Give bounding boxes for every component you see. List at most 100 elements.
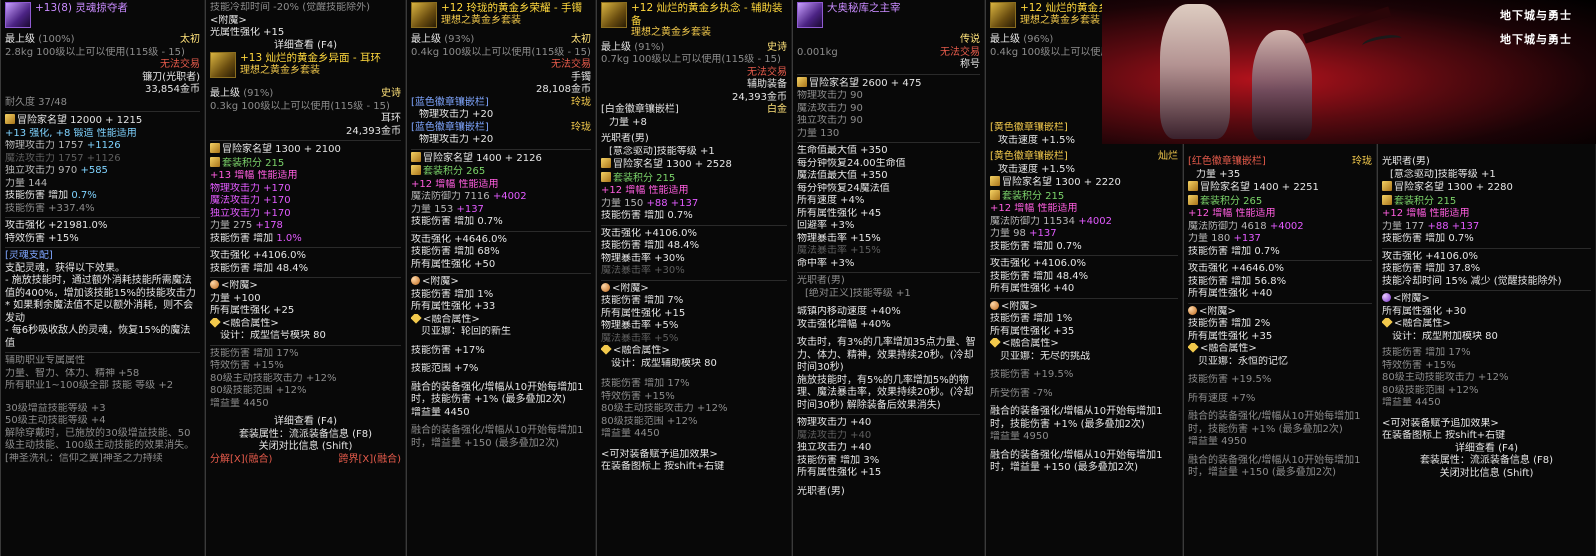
fame-icon <box>1188 181 1198 191</box>
weapon-header: +13(8) 灵魂掠夺者 <box>5 2 200 32</box>
trade-status: 无法交易 <box>747 66 787 78</box>
set-info-button[interactable]: 套装属性：流派装备信息 (F8) <box>210 429 401 442</box>
emblem-slot-value: 力量 +8 <box>609 116 647 128</box>
enchant-phys-crit: 物理暴击率 +5% <box>601 320 679 331</box>
enchant-orb-icon <box>411 276 420 285</box>
detail-view-button[interactable]: 详细查看 (F4) <box>210 40 401 53</box>
add-phys: 物理攻击力 +40 <box>797 417 872 428</box>
fame-icon <box>411 151 421 162</box>
fusion-label: <融合属性> <box>613 345 670 356</box>
enchant-label: <附魔> <box>612 282 649 294</box>
detail-view-button[interactable]: 详细查看 (F4) <box>1382 443 1591 456</box>
aux-note: 解除穿戴时，已施放的30级增益技能、50级主动技能、100级主动技能的效果消失。 <box>5 427 195 452</box>
attack-boost: 攻击强化 +4646.0% <box>1188 263 1285 274</box>
set-info-button[interactable]: 套装属性：流派装备信息 (F8) <box>1382 455 1591 468</box>
soul-section-title: [灵魂支配] <box>5 250 53 261</box>
set-name: 理想之黄金乡套装 <box>631 27 711 38</box>
ind-atk-bonus: +585 <box>80 165 108 176</box>
soul-desc-1: 支配灵魂，获得以下效果。 <box>5 262 125 274</box>
compare-toggle[interactable]: 关闭对比信息 (Shift) <box>1382 468 1591 481</box>
amp-line: +12 增幅 性能适用 <box>1188 208 1276 219</box>
grade-pct: (93%) <box>444 34 475 45</box>
title-mag: 魔法攻击力 90 <box>797 102 863 114</box>
magic-def-bonus: +4002 <box>1269 220 1304 232</box>
fame: 冒险家名望 2600 + 475 <box>809 77 922 89</box>
grade-pct: (91%) <box>634 41 665 53</box>
set-name: 理想之黄金乡套装 <box>240 64 320 76</box>
title-mp: 魔法值最大值 +350 <box>797 170 888 181</box>
support-name: +12 灿烂的黄金乡执念 - 辅助装备 <box>631 2 783 27</box>
skill-dmg-2: 技能伤害 增加 48.4% <box>210 262 309 274</box>
item-type: 称号 <box>960 59 980 70</box>
emblem-slot: [红色徽章镶嵌栏] <box>1188 156 1266 167</box>
title-hp-regen: 每分钟恢复24.00生命值 <box>797 157 906 169</box>
enchant-str: 力量 +100 <box>210 292 261 304</box>
amp-mag: 魔法攻击力 +170 <box>210 195 291 206</box>
title-hit: 命中率 +3% <box>797 257 855 269</box>
title-ind: 独立攻击力 90 <box>797 115 863 126</box>
enchant-label: <附魔> <box>1001 300 1038 312</box>
fusion-label: <融合属性> <box>1200 343 1257 354</box>
fusion-value: 贝亚娜：永恒的记忆 <box>1198 355 1288 367</box>
all-elem: 所有属性强化 +40 <box>990 283 1075 294</box>
aux-stats: 力量、智力、体力、精神 +58 <box>5 367 140 379</box>
strength: 力量 177 <box>1382 220 1425 232</box>
fame: 冒险家名望 1300 + 2100 <box>222 144 341 155</box>
job-name-2: 光职者(男) <box>797 485 845 497</box>
enchant-skill: 技能伤害 增加 1% <box>990 313 1073 324</box>
support-equip-tooltip: +12 灿烂的黄金乡执念 - 辅助装备 理想之黄金乡套装 最上级 (91%) 史诗… <box>596 0 792 556</box>
fusion-scaling: 融合的装备强化/增幅从10开始每增加1时，技能伤害 +1% (最多叠加2次) <box>411 381 584 406</box>
magic-def: 魔法防御力 7116 <box>411 191 490 202</box>
fusion-scaling-2: 融合的装备强化/增幅从10开始每增加1时，增益量 +150 (最多叠加2次) <box>990 449 1163 474</box>
skill-dmg-2: 技能伤害 增加 56.8% <box>1188 275 1287 287</box>
title-name: 大奥秘库之主宰 <box>827 2 901 14</box>
soul-desc-2: - 施放技能时，通过额外消耗技能所需魔法值的400%，增加该技能15%的技能攻击… <box>5 275 196 299</box>
job-name: 光职者(男) <box>1382 156 1430 167</box>
enchant-orb-icon <box>601 282 610 292</box>
tooltip-comparison-screen: +13(8) 灵魂掠夺者 最上级 (100%) 太初 2.8kg 100级以上可以… <box>0 0 1596 556</box>
extra-effect-hint: <可对装备赋予追加效果> <box>1382 417 1499 429</box>
fusion-80-atk: 80级主动技能攻击力 +12% <box>601 403 728 414</box>
title-phys-crit: 物理暴击率 +15% <box>797 232 881 244</box>
fusion-diamond-icon <box>990 338 1001 348</box>
scythe-item-icon <box>5 2 31 28</box>
soul-desc-4: - 每6秒吸收敌人的灵魂，恢复15%的魔法值 <box>5 325 191 349</box>
bracelet-header: +12 玲珑的黄金乡荣耀 - 手镯 理想之黄金乡套装 <box>411 2 591 32</box>
price: 28,108金币 <box>536 84 591 95</box>
enchant-label: <附魔> <box>210 14 247 26</box>
skill-dmg: 技能伤害 增加 0.7% <box>990 240 1082 252</box>
fusion-value: 设计：成型附加模块 80 <box>1392 330 1498 342</box>
disassemble-button[interactable]: 分解[X](融合) <box>210 454 272 467</box>
fusion-scaling-2: 融合的装备强化/增幅从10开始每增加1时，增益量 +150 (最多叠加2次) <box>1188 454 1361 479</box>
enchant-elem: 所有属性强化 +30 <box>1382 305 1467 317</box>
grade: 最上级 <box>990 34 1020 45</box>
set-score: 套装积分 215 <box>613 172 676 184</box>
fusion-label: <融合属性> <box>423 313 480 325</box>
detail-view-button-2[interactable]: 详细查看 (F4) <box>210 416 401 429</box>
earring-name: +13 灿烂的黄金乡异面 - 耳环 <box>240 52 381 64</box>
item-type: 耳环 <box>381 113 401 124</box>
weight: 0.4kg <box>990 46 1019 58</box>
amp-line: +12 增幅 性能适用 <box>601 185 689 196</box>
grade: 最上级 <box>411 34 441 45</box>
crossover-button[interactable]: 跨界[X](融合) <box>339 454 401 467</box>
attack-boost: 攻击强化 +4106.0% <box>601 227 698 239</box>
enchant-label: <附魔> <box>1199 305 1236 317</box>
emblem-slot-2-value: 攻击速度 +1.5% <box>998 163 1075 175</box>
fusion-effect: 特效伤害 +15% <box>210 360 284 371</box>
fusion-dmg-taken: 所受伤害 -7% <box>990 387 1053 399</box>
compare-toggle[interactable]: 关闭对比信息 (Shift) <box>210 441 401 454</box>
skill-dmg-value: 1.0% <box>276 232 302 244</box>
weapon-name: +13(8) 灵魂掠夺者 <box>35 2 128 14</box>
price: 24,393金币 <box>346 125 401 137</box>
fame: 冒险家名望 1300 + 2528 <box>613 159 732 170</box>
promo-banner: 地下城与勇士 地下城与勇士 <box>1102 0 1596 144</box>
enchant-orb-icon <box>1188 305 1197 315</box>
fame: 冒险家名望 1300 + 2280 <box>1394 182 1513 193</box>
mag-atk: 魔法攻击力 1757 +1126 <box>5 152 121 164</box>
earring-tooltip: 技能冷却时间 -20% (觉醒技能除外) <附魔> 光属性强化 +15 详细查看… <box>205 0 406 556</box>
grade-pct: (96%) <box>1023 34 1054 45</box>
grade: 最上级 <box>5 34 35 45</box>
earring-header: +13 灿烂的黄金乡异面 - 耳环 理想之黄金乡套装 <box>210 52 401 82</box>
enchant-skill: 技能伤害 增加 1% <box>411 288 494 300</box>
